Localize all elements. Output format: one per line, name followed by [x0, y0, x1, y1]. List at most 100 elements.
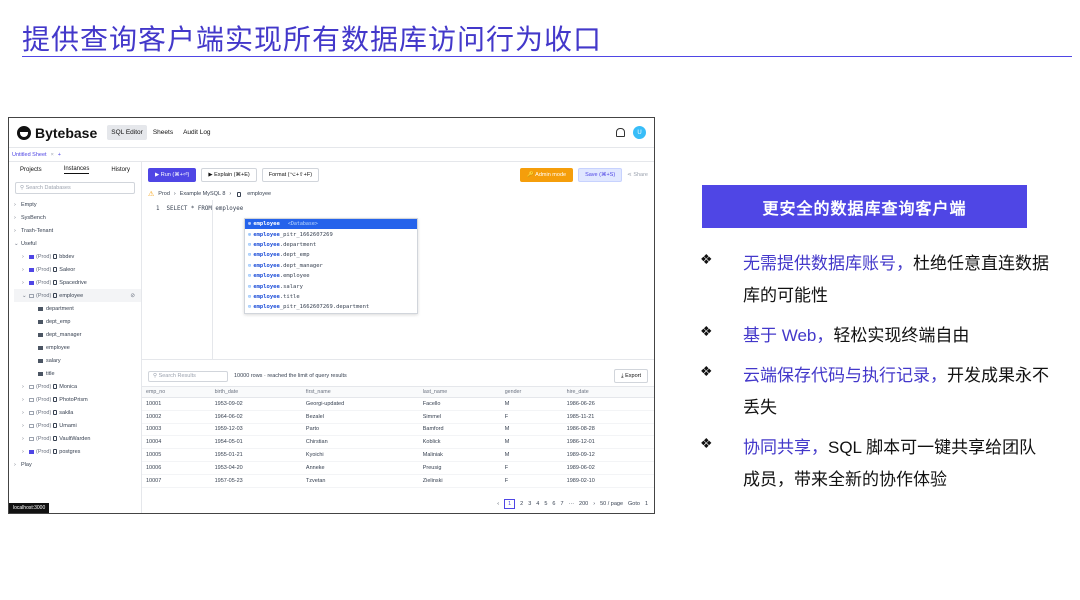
- chevron-right-icon: ›: [22, 435, 24, 442]
- tree-db-sakila[interactable]: › (Prod) sakila: [14, 406, 141, 419]
- env-label: (Prod): [36, 409, 52, 416]
- brand-logo[interactable]: Bytebase: [17, 125, 97, 141]
- column-header[interactable]: gender: [500, 386, 563, 398]
- tree-node-empty[interactable]: › Empty: [14, 198, 141, 211]
- explain-button[interactable]: ▶ Explain (⌘+E): [201, 168, 257, 182]
- tab-projects[interactable]: Projects: [20, 167, 42, 173]
- prev-page-button[interactable]: ‹: [497, 501, 499, 507]
- autocomplete-item[interactable]: ⊜ employee _pitr_1662607269.department: [245, 302, 417, 312]
- save-button[interactable]: Save (⌘+S): [578, 168, 623, 182]
- tree-table-dept-manager[interactable]: dept_manager: [14, 328, 141, 341]
- autocomplete-item[interactable]: ⊜ employee .title: [245, 292, 417, 302]
- tree-db-employee[interactable]: ⌄ (Prod) employee ⊘: [14, 289, 141, 302]
- tree-db-monica[interactable]: › (Prod) Monica: [14, 380, 141, 393]
- column-header[interactable]: emp_no: [142, 386, 211, 398]
- flag-icon: [29, 293, 34, 298]
- run-button[interactable]: ▶ Run (⌘+⏎): [148, 168, 197, 182]
- format-button[interactable]: Format (⌥+⇧+F): [261, 168, 320, 182]
- search-placeholder: Search Databases: [25, 185, 71, 191]
- tree-db-umami[interactable]: › (Prod) Umami: [14, 419, 141, 432]
- page-number[interactable]: 4: [536, 501, 539, 507]
- breadcrumb-database[interactable]: employee: [247, 191, 271, 197]
- editor-code[interactable]: SELECT * FROM employee: [166, 206, 243, 212]
- page-number[interactable]: 3: [528, 501, 531, 507]
- table-cell: 1986-06-26: [562, 397, 654, 411]
- admin-mode-button[interactable]: 🔑 Admin mode: [520, 168, 574, 182]
- column-header[interactable]: birth_date: [210, 386, 302, 398]
- table-row[interactable]: 10006 1953-04-20 Anneke Preusig F 1989-06-02: [142, 461, 654, 475]
- autocomplete-item[interactable]: ⊜ employee .employee: [245, 271, 417, 281]
- add-sheet-button[interactable]: +: [58, 152, 61, 158]
- tree-node-play[interactable]: › Play: [14, 458, 141, 471]
- sql-editor[interactable]: 1 SELECT * FROM employee ⊕ employee <Datab…: [142, 200, 654, 360]
- tab-history[interactable]: History: [111, 167, 130, 173]
- link-icon[interactable]: ⊘: [130, 293, 135, 299]
- breadcrumb-env[interactable]: Prod: [158, 191, 170, 197]
- tree-table-salary[interactable]: salary: [14, 354, 141, 367]
- breadcrumb-instance[interactable]: Example MySQL 8: [180, 191, 226, 197]
- table-row[interactable]: 10001 1953-09-02 Georgi-updated Facello M 198…: [142, 397, 654, 411]
- chevron-right-icon: ›: [22, 422, 24, 429]
- autocomplete-item[interactable]: ⊜ employee .dept_emp: [245, 250, 417, 260]
- ac-rest: _pitr_1662607269: [279, 231, 333, 238]
- tree-node-useful[interactable]: ⌄ Useful: [14, 237, 141, 250]
- tree-node-trash-tenant[interactable]: › Trash-Tenant: [14, 224, 141, 237]
- ac-rest: _pitr_1662607269.department: [279, 304, 370, 311]
- table-row[interactable]: 10004 1954-05-01 Chirstian Koblick M 1986-12-…: [142, 435, 654, 450]
- autocomplete-item[interactable]: ⊕ employee <Database>: [245, 219, 417, 230]
- table-cell: Kyoichi: [301, 448, 419, 462]
- table-cell: M: [500, 397, 563, 411]
- page-number[interactable]: 200: [579, 501, 588, 507]
- page-number[interactable]: 1: [504, 499, 516, 509]
- tree-db-saleor[interactable]: › (Prod) Saleor: [14, 263, 141, 276]
- table-row[interactable]: 10003 1959-12-03 Parto Bamford M 1986-08-28: [142, 423, 654, 437]
- tab-untitled-sheet[interactable]: Untitled Sheet: [12, 152, 47, 158]
- table-row[interactable]: 10007 1957-05-23 Tzvetan Zielinski F 1989-02-…: [142, 474, 654, 488]
- tree-node-sysbench[interactable]: › SysBench: [14, 211, 141, 224]
- tree-table-dept-emp[interactable]: dept_emp: [14, 315, 141, 328]
- tree-db-spacedrive[interactable]: › (Prod) Spacedrive: [14, 276, 141, 289]
- database-search-input[interactable]: ⚲ Search Databases: [15, 182, 135, 194]
- page-number[interactable]: 6: [552, 501, 555, 507]
- column-header[interactable]: first_name: [301, 386, 419, 398]
- header-actions: U: [616, 126, 646, 139]
- tree-table-employee[interactable]: employee: [14, 341, 141, 354]
- nav-audit-log[interactable]: Audit Log: [179, 125, 214, 140]
- autocomplete-item[interactable]: ⊕ employee _pitr_1662607269: [245, 229, 417, 239]
- tree-db-photoprism[interactable]: › (Prod) PhotoPrism: [14, 393, 141, 406]
- column-header[interactable]: hire_date: [562, 386, 654, 398]
- slide: 提供查询客户端实现所有数据库访问行为收口 Bytebase SQL Editor…: [0, 0, 1080, 600]
- export-button[interactable]: ⤓ Export: [614, 369, 648, 383]
- table-cell: 1989-02-10: [562, 474, 654, 488]
- ac-hint: <Database>: [287, 221, 318, 228]
- page-number[interactable]: 2: [520, 501, 523, 507]
- page-size-select[interactable]: 50 / page: [600, 501, 623, 507]
- table-cell: Chirstian: [301, 435, 419, 450]
- avatar[interactable]: U: [633, 126, 646, 139]
- tree-table-department[interactable]: department: [14, 302, 141, 315]
- page-number[interactable]: 7: [560, 501, 563, 507]
- share-button[interactable]: ⋖ Share: [627, 172, 648, 178]
- feature-text: 无需提供数据库账号，杜绝任意直连数据库的可能性: [743, 248, 1050, 312]
- page-ellipsis[interactable]: ···: [569, 501, 575, 507]
- tree-db-postgres[interactable]: › (Prod) postgres: [14, 445, 141, 458]
- results-search-input[interactable]: ⚲ Search Results: [148, 370, 228, 382]
- tree-table-title[interactable]: title: [14, 367, 141, 380]
- column-header[interactable]: last_name: [418, 386, 501, 398]
- bell-icon[interactable]: [616, 128, 625, 137]
- autocomplete-item[interactable]: ⊜ employee .department: [245, 240, 417, 250]
- table-row[interactable]: 10005 1955-01-21 Kyoichi Maliniak M 1989-09-1…: [142, 448, 654, 462]
- nav-sheets[interactable]: Sheets: [149, 125, 177, 140]
- table-row[interactable]: 10002 1964-06-02 Bezalel Simmel F 1985-11-21: [142, 410, 654, 424]
- tree-db-vaultwarden[interactable]: › (Prod) VaultWarden: [14, 432, 141, 445]
- autocomplete-item[interactable]: ⊜ employee .dept_manager: [245, 261, 417, 271]
- tree-db-bbdev[interactable]: › (Prod) bbdev: [14, 250, 141, 263]
- close-icon[interactable]: ×: [51, 152, 54, 158]
- ac-match: employee: [253, 273, 280, 280]
- page-number[interactable]: 5: [544, 501, 547, 507]
- goto-input[interactable]: 1: [645, 501, 648, 507]
- autocomplete-item[interactable]: ⊜ employee .salary: [245, 281, 417, 291]
- nav-sql-editor[interactable]: SQL Editor: [107, 125, 147, 140]
- tab-instances[interactable]: Instances: [63, 166, 90, 174]
- next-page-button[interactable]: ›: [593, 501, 595, 507]
